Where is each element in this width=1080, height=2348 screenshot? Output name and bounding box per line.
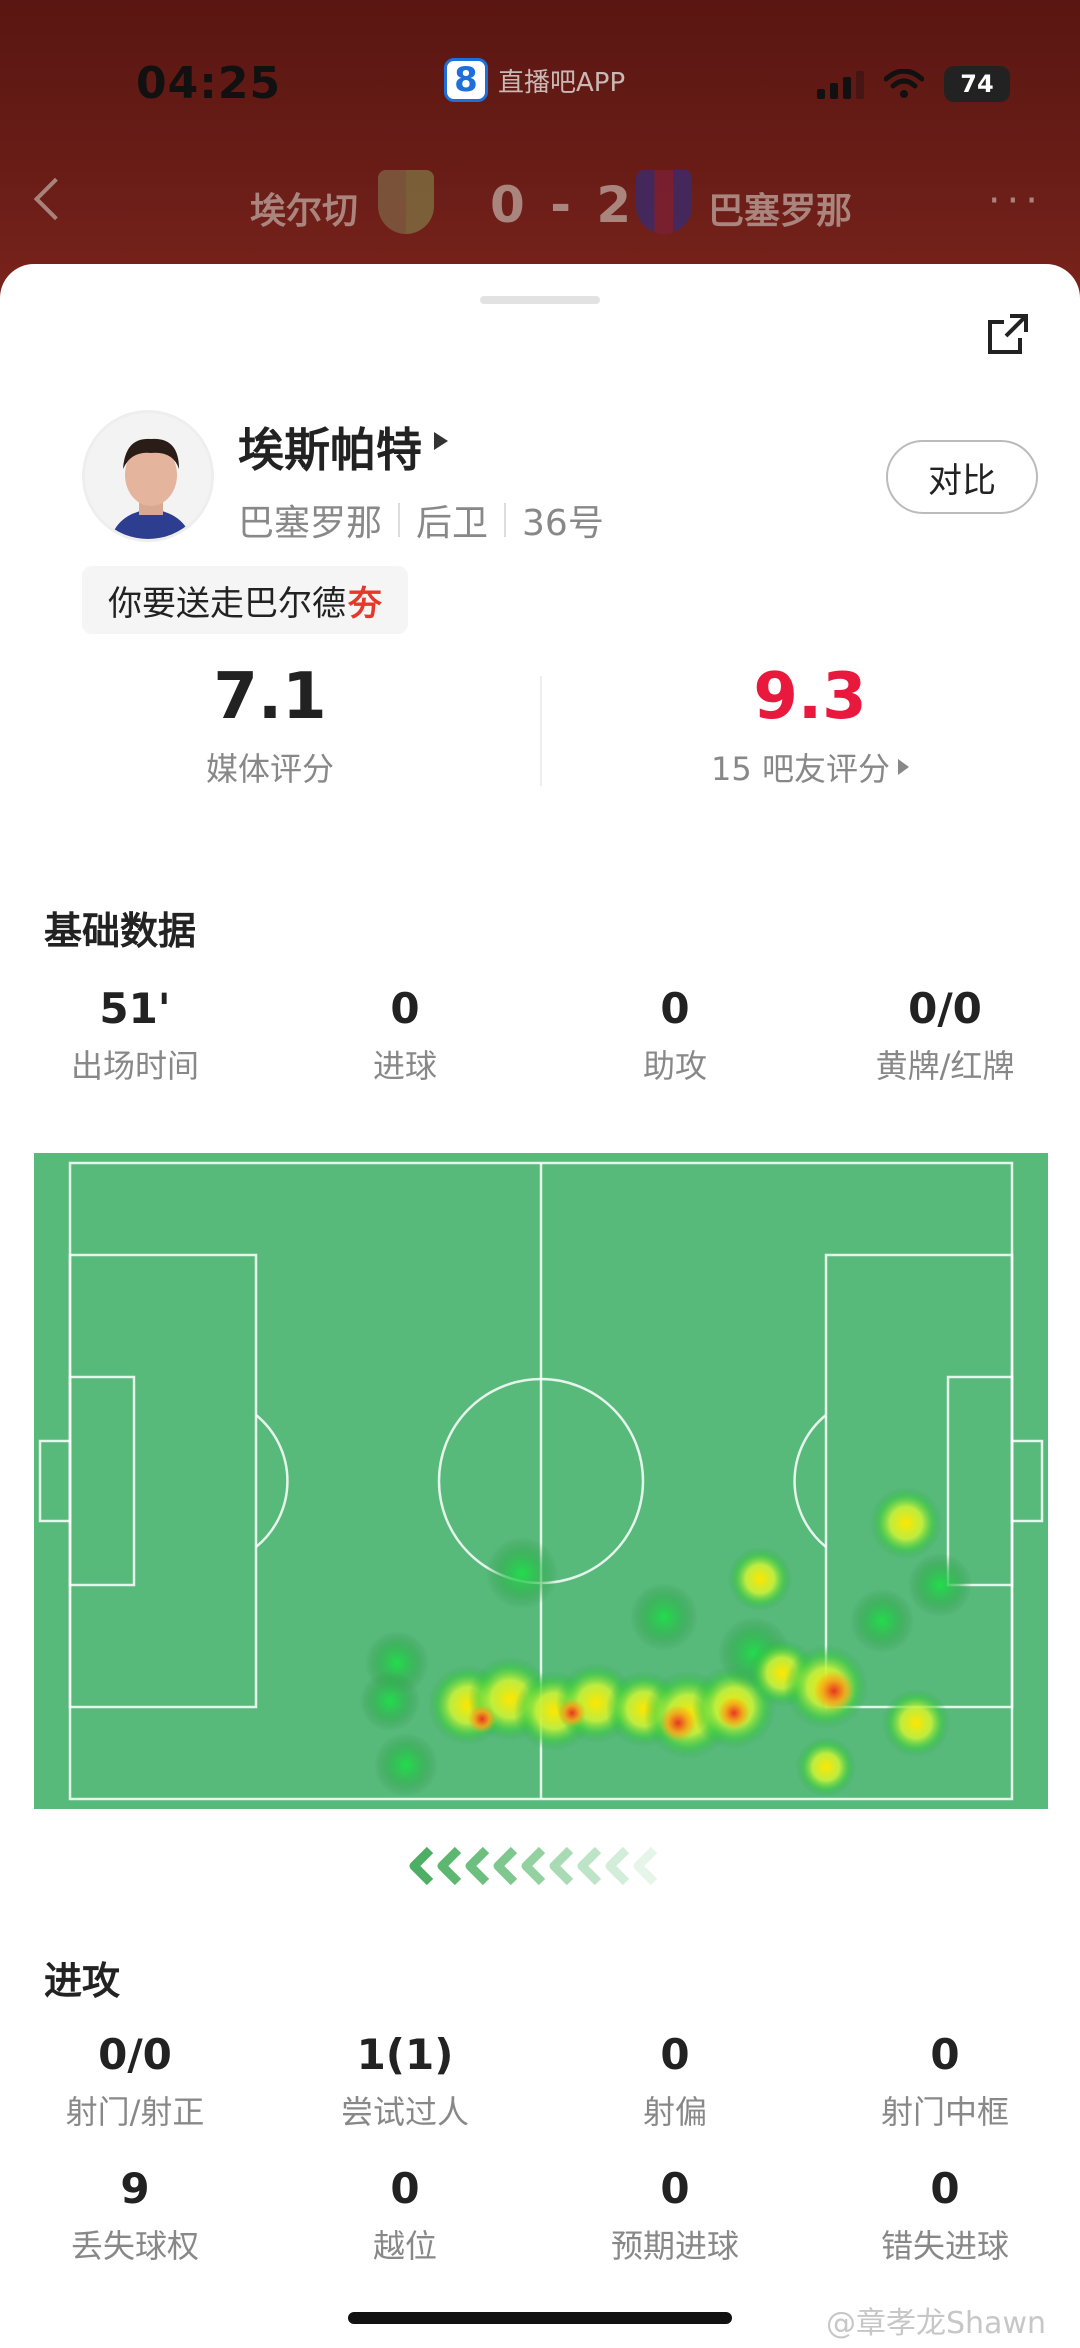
player-meta: 巴塞罗那 后卫 36号 [238,494,604,546]
player-avatar[interactable] [82,410,214,542]
clock: 04:25 [136,58,282,109]
match-score: 0 - 2 [490,176,636,234]
player-team: 巴塞罗那 [238,503,383,544]
heatmap-blobs [360,1487,972,1797]
home-team-crest-icon [378,170,434,234]
share-icon[interactable] [984,310,1032,358]
divider [398,503,401,537]
watermark: @章孝龙Shawn [826,2306,1046,2341]
app-name: 直播吧APP [498,67,626,98]
fan-rating[interactable]: 9.3 15 吧友评分 [540,660,1080,790]
app-logo-icon: 8 [444,58,488,102]
stat-xg: 0 预期进球 [610,2164,739,2265]
sheet-drag-handle[interactable] [480,296,600,304]
stat-shots: 0/0 射门/射正 [65,2030,205,2131]
divider [504,503,507,537]
stat-dribbles: 1(1) 尝试过人 [340,2030,469,2131]
status-bar: 04:25 8 直播吧APP 74 [0,58,1080,118]
media-rating-label: 媒体评分 [205,750,334,788]
basic-stats-title: 基础数据 [44,909,197,953]
media-rating: 7.1 媒体评分 [0,660,540,790]
heatmap-pitch [34,1153,1048,1809]
player-photo [85,413,211,539]
away-team-crest-icon [636,170,692,234]
direction-arrows-icon [409,1846,658,1886]
signal-icon [817,69,864,99]
fan-comment-text: 你要送走巴尔德 [108,583,346,624]
fan-comment-accent: 夯 [348,583,382,624]
media-rating-value: 7.1 [213,660,327,734]
back-icon[interactable] [33,177,77,221]
battery-indicator: 74 [944,66,1010,102]
home-indicator[interactable] [348,2312,732,2324]
away-team-name: 巴塞罗那 [708,191,853,232]
stat-minutes: 51' 出场时间 [70,984,199,1085]
compare-button[interactable]: 对比 [886,440,1038,514]
stat-woodwork: 0 射门中框 [880,2030,1009,2131]
stat-assists: 0 助攻 [642,984,707,1085]
status-icons: 74 [817,66,1010,102]
attack-stats-row-2: 9 丢失球权 0 越位 0 预期进球 0 错失进球 [0,2164,1080,2267]
app-badge: 8 直播吧APP [444,58,625,102]
heatmap-svg [38,1161,1044,1801]
stat-possession-lost: 9 丢失球权 [70,2164,199,2265]
player-name[interactable]: 埃斯帕特 [238,414,422,480]
fan-rating-label: 15 吧友评分 [711,750,890,788]
home-team-name: 埃尔切 [250,191,359,232]
stat-big-chances-missed: 0 错失进球 [880,2164,1009,2265]
stat-offsides: 0 越位 [372,2164,437,2265]
attack-stats-title: 进攻 [44,1959,121,2003]
stat-off-target: 0 射偏 [642,2030,707,2131]
attack-direction-indicator [406,1846,686,1886]
more-options-icon[interactable]: ··· [988,178,1044,224]
stat-cards: 0/0 黄牌/红牌 [875,984,1015,1085]
fan-comment-tag[interactable]: 你要送走巴尔德 夯 [82,566,408,634]
basic-stats-row: 51' 出场时间 0 进球 0 助攻 0/0 黄牌/红牌 [0,984,1080,1087]
player-number: 36号 [522,503,604,544]
attack-stats-row-1: 0/0 射门/射正 1(1) 尝试过人 0 射偏 0 射门中框 [0,2030,1080,2133]
fan-rating-value: 9.3 [753,660,867,734]
player-position: 后卫 [416,503,489,544]
match-header: 埃尔切 0 - 2 巴塞罗那 ··· [0,170,1080,240]
fan-rating-arrow-icon [897,759,909,775]
player-name-arrow-icon[interactable] [434,432,448,450]
header-background: 04:25 8 直播吧APP 74 埃尔切 0 - 2 巴塞罗那 ··· [0,0,1080,300]
stat-goals: 0 进球 [372,984,437,1085]
wifi-icon [884,69,924,98]
